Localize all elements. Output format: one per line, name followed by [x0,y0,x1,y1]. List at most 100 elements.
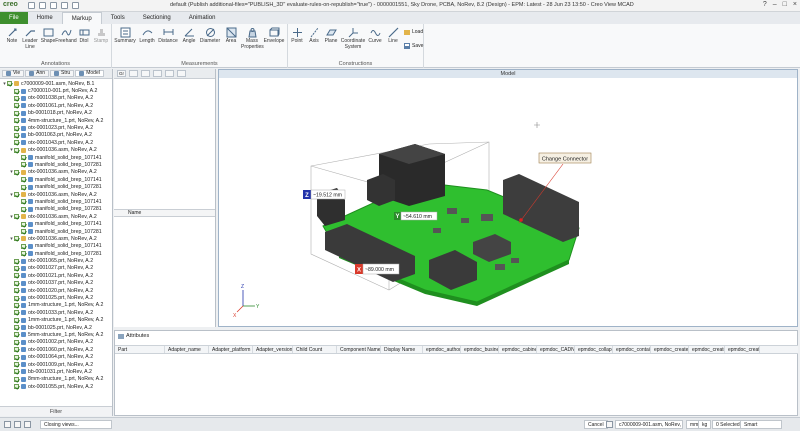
visibility-checkbox[interactable] [14,236,19,242]
attribute-column-header[interactable]: epmdoc_createT [651,346,689,353]
summary-button[interactable]: Summary [114,27,136,45]
visibility-checkbox[interactable] [14,369,19,375]
tree-row[interactable]: otx-0001037.prt, NoRev, A.2 [0,280,112,287]
tree-row[interactable]: otx-0001009.prt, NoRev, A.2 [0,361,112,368]
filter-bar[interactable]: Filter [0,406,112,416]
angle-button[interactable]: Angle [178,27,200,45]
save-icon[interactable] [39,2,46,9]
attribute-column-header[interactable]: Adapter_name [165,346,209,353]
visibility-checkbox[interactable] [21,229,26,234]
attribute-column-header[interactable]: epmdoc_busine [461,346,499,353]
visibility-checkbox[interactable] [14,317,19,323]
group-tab[interactable]: Gr [117,70,126,77]
y-dimension[interactable]: Y ~54.610 mm [394,211,438,221]
tree-row[interactable]: bb-0001018.prt, NoRev, A.2 [0,110,112,117]
name-column-header[interactable]: Name [114,209,215,217]
visibility-checkbox[interactable] [21,162,26,168]
minimize-button[interactable]: – [773,1,777,8]
visibility-checkbox[interactable] [14,347,19,353]
save-markup-button[interactable]: Save [404,43,423,49]
attribute-column-header[interactable]: epmdoc_CADN [537,346,575,353]
tree-row[interactable]: otx-0001025.prt, NoRev, A.2 [0,294,112,301]
visibility-checkbox[interactable] [14,132,19,138]
tree-row[interactable]: ▾ otx-0001036.asm, NoRev, A.2 [0,169,112,176]
tree-row[interactable]: manifold_solid_brep_107281 [0,161,112,168]
visibility-checkbox[interactable] [14,302,19,308]
help-button[interactable]: ? [763,1,767,8]
attribute-column-header[interactable]: epmdoc_contai [613,346,651,353]
tree-row[interactable]: manifold_solid_brep_107281 [0,183,112,190]
visibility-checkbox[interactable] [14,265,19,271]
tab-home[interactable]: Home [28,12,62,24]
tree-row[interactable]: 1mm-structure_1.prt, NoRev, A.2 [0,317,112,324]
tree-row[interactable]: 8mm-structure_1.prt, NoRev, A.2 [0,376,112,383]
visibility-checkbox[interactable] [14,310,19,316]
visibility-checkbox[interactable] [14,295,19,301]
visibility-checkbox[interactable] [14,325,19,331]
tree-row[interactable]: otx-0001064.prt, NoRev, A.2 [0,353,112,360]
tree-row[interactable]: manifold_solid_brep_107281 [0,250,112,257]
tree-row[interactable]: otx-0001055.prt, NoRev, A.2 [0,383,112,390]
tree-row[interactable]: ▾ otx-0001036.asm, NoRev, A.2 [0,191,112,198]
tree-row[interactable]: otx-0001061.prt, NoRev, A.2 [0,102,112,109]
tree-row[interactable]: c7000010-001.prt, NoRev, A.2 [0,87,112,94]
attribute-column-header[interactable]: epmdoc_collap [575,346,613,353]
tree-row[interactable]: manifold_solid_brep_107281 [0,206,112,213]
mass-properties-button[interactable]: Mass Properties [241,27,264,50]
tab-sectioning[interactable]: Sectioning [134,12,180,24]
visibility-checkbox[interactable] [14,332,19,338]
tree-row[interactable]: otx-0001065.prt, NoRev, A.2 [0,257,112,264]
visibility-checkbox[interactable] [21,243,26,249]
tree-row[interactable]: 1mm-structure_1.prt, NoRev, A.2 [0,302,112,309]
model-viewport[interactable]: Model Change Connector Z ~19.512 mm Y ~5… [218,69,798,327]
visibility-checkbox[interactable] [14,103,19,109]
visibility-checkbox[interactable] [14,258,19,264]
model-scene[interactable]: Change Connector Z ~19.512 mm Y ~54.610 … [219,78,797,326]
tree-row[interactable]: manifold_solid_brep_107141 [0,198,112,205]
toolbar-icon-3[interactable] [153,70,162,77]
visibility-checkbox[interactable] [21,206,26,212]
tab-views[interactable]: Vie [2,70,25,77]
selection-field[interactable]: c7000009-001.asm, NoRev, B.1 [615,420,683,429]
tree-row[interactable]: ▾ otx-0001036.asm, NoRev, A.2 [0,213,112,220]
cancel-button[interactable]: Cancel [584,420,608,429]
tab-structure[interactable]: Stru [50,70,75,77]
toolbar-icon-4[interactable] [165,70,174,77]
stamp-button[interactable]: Stamp [90,27,112,45]
tree-row[interactable]: otx-0001060.prt, NoRev, A.2 [0,346,112,353]
visibility-checkbox[interactable] [21,221,26,227]
attribute-column-header[interactable]: epmdoc_create [725,346,760,353]
attribute-column-header[interactable]: epmdoc_creato [689,346,725,353]
visibility-checkbox[interactable] [14,384,19,390]
plane-button[interactable]: Plane [320,27,342,45]
visibility-checkbox[interactable] [14,95,19,101]
message-log-icon[interactable] [4,421,11,428]
tree-row[interactable]: ▾ otx-0001036.asm, NoRev, A.2 [0,235,112,242]
print-icon[interactable] [50,2,57,9]
visibility-checkbox[interactable] [14,88,19,94]
visibility-checkbox[interactable] [14,192,19,198]
tree-row[interactable]: manifold_solid_brep_107141 [0,176,112,183]
visibility-checkbox[interactable] [21,177,26,183]
tree-row[interactable]: ▾ otx-0001036.asm, NoRev, A.2 [0,147,112,154]
mass-unit[interactable]: kg [698,420,712,429]
attribute-column-header[interactable]: epmdoc_author [423,346,461,353]
redo-icon[interactable] [72,2,79,9]
visibility-checkbox[interactable] [7,81,12,87]
attribute-column-header[interactable]: Child Count [293,346,337,353]
tab-annotations[interactable]: Ann [25,70,50,77]
tree-row[interactable]: otx-0001020.prt, NoRev, A.2 [0,287,112,294]
tree-row[interactable]: 4mm-structure_1.prt, NoRev, A.2 [0,117,112,124]
trail-icon[interactable] [14,421,21,428]
attributes-tab[interactable]: Attributes [118,333,149,339]
visibility-checkbox[interactable] [14,339,19,345]
coordinate-system-button[interactable]: Coordinate System [340,27,366,50]
tab-model[interactable]: Model [75,70,104,77]
x-dimension[interactable]: X ~89.000 mm [355,263,400,275]
tab-animation[interactable]: Animation [180,12,225,24]
tree-row[interactable]: otx-0001021.prt, NoRev, A.2 [0,272,112,279]
visibility-checkbox[interactable] [14,273,19,279]
attribute-column-header[interactable]: Display Name [381,346,423,353]
tree-row[interactable]: otx-0001038.prt, NoRev, A.2 [0,95,112,102]
tree-row[interactable]: otx-0001023.prt, NoRev, A.2 [0,124,112,131]
